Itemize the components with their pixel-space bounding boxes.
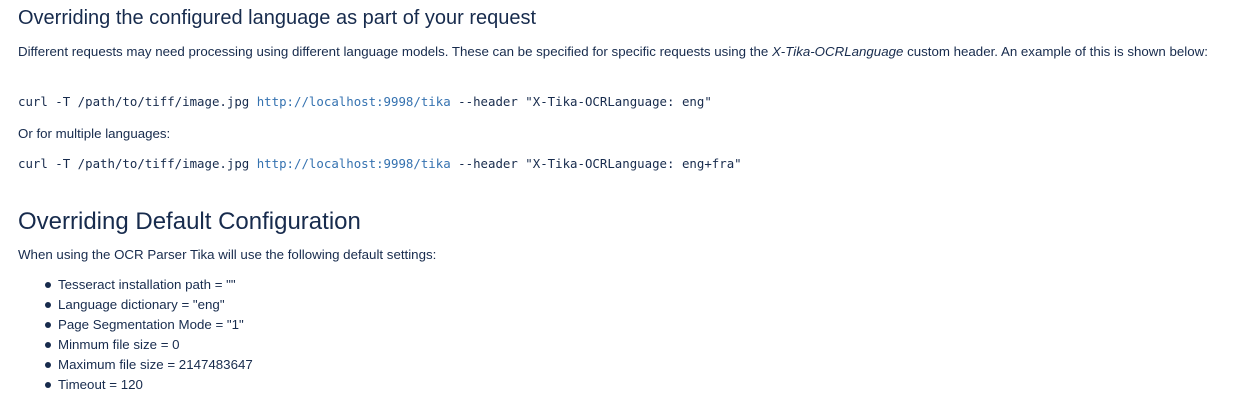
list-item: Language dictionary = "eng" — [18, 295, 253, 315]
list-item-text: Maximum file size = 2147483647 — [58, 357, 253, 372]
code-command-prefix: curl -T /path/to/tiff/image.jpg — [18, 156, 257, 171]
list-item: Timeout = 120 — [18, 375, 253, 395]
description-text-start: Different requests may need processing u… — [18, 44, 772, 59]
list-item: Page Segmentation Mode = "1" — [18, 315, 253, 335]
code-command-prefix: curl -T /path/to/tiff/image.jpg — [18, 94, 257, 109]
list-item: Tesseract installation path = "" — [18, 275, 253, 295]
header-name-emphasis: X-Tika-OCRLanguage — [771, 44, 904, 59]
bullet-icon — [45, 362, 51, 368]
code-command-suffix: --header "X-Tika-OCRLanguage: eng" — [450, 94, 712, 109]
bullet-icon — [45, 342, 51, 348]
list-item: Minmum file size = 0 — [18, 335, 253, 355]
list-item-text: Minmum file size = 0 — [58, 337, 180, 352]
bullet-icon — [45, 302, 51, 308]
code-example-multiple-languages: curl -T /path/to/tiff/image.jpg http://l… — [18, 156, 742, 172]
localhost-tika-link[interactable]: http://localhost:9998/tika — [257, 94, 451, 109]
default-settings-description: When using the OCR Parser Tika will use … — [18, 247, 437, 262]
section-title-default-configuration: Overriding Default Configuration — [18, 208, 361, 235]
code-example-single-language: curl -T /path/to/tiff/image.jpg http://l… — [18, 94, 712, 110]
multiple-languages-label: Or for multiple languages: — [18, 126, 171, 141]
default-settings-list: Tesseract installation path = "" Languag… — [18, 275, 253, 395]
language-override-description: Different requests may need processing u… — [18, 42, 1218, 62]
localhost-tika-link[interactable]: http://localhost:9998/tika — [257, 156, 451, 171]
list-item: Maximum file size = 2147483647 — [18, 355, 253, 375]
list-item-text: Language dictionary = "eng" — [58, 297, 225, 312]
bullet-icon — [45, 322, 51, 328]
code-command-suffix: --header "X-Tika-OCRLanguage: eng+fra" — [450, 156, 742, 171]
section-title-language-override: Overriding the configured language as pa… — [18, 7, 537, 29]
bullet-icon — [45, 382, 51, 388]
list-item-text: Timeout = 120 — [58, 377, 143, 392]
list-item-text: Page Segmentation Mode = "1" — [58, 317, 244, 332]
description-text-end: custom header. An example of this is sho… — [903, 44, 1208, 59]
list-item-text: Tesseract installation path = "" — [58, 277, 236, 292]
bullet-icon — [45, 282, 51, 288]
